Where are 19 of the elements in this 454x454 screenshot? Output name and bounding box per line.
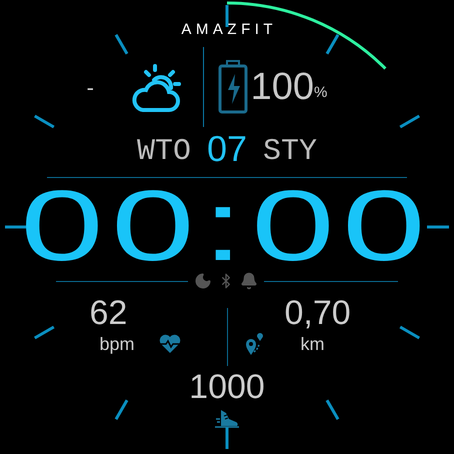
- battery-charging-icon: [218, 60, 248, 114]
- day: 07: [206, 131, 248, 167]
- month: STY: [263, 137, 318, 167]
- shoe-icon: [215, 408, 239, 430]
- temperature: -: [86, 74, 95, 102]
- heart-pulse-icon: [158, 334, 181, 354]
- step-count: 1000: [189, 370, 265, 404]
- battery-level: 100: [250, 68, 314, 106]
- distance-unit: km: [300, 335, 324, 353]
- heart-rate-unit: bpm: [100, 335, 135, 353]
- moon-icon: [194, 272, 212, 290]
- heart-rate-value: 62: [90, 296, 128, 330]
- time: 00:00: [20, 176, 434, 276]
- distance-value: 0,70: [284, 296, 351, 330]
- bell-icon: [240, 272, 258, 290]
- weekday: WTO: [136, 137, 191, 167]
- brand-logo: AMAZFIT: [180, 22, 278, 37]
- map-pin-route-icon: [244, 332, 264, 356]
- percent-unit: %: [314, 82, 328, 103]
